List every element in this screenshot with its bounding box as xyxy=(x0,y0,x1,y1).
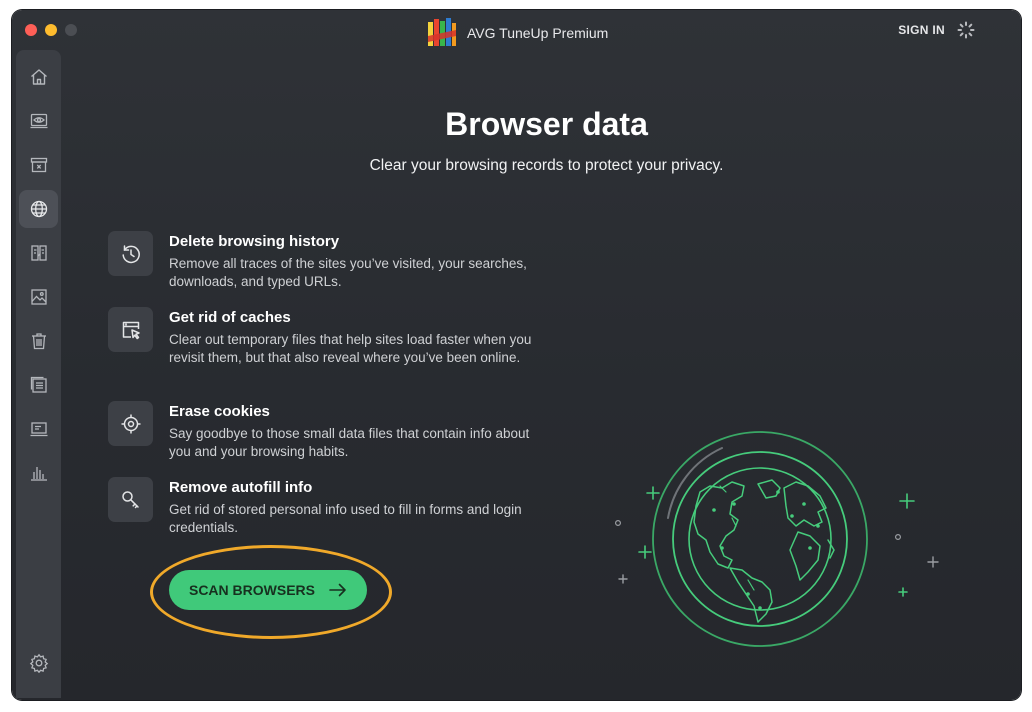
scan-browsers-label: SCAN BROWSERS xyxy=(188,582,315,598)
zoom-window-button[interactable] xyxy=(65,24,77,36)
trash-icon xyxy=(31,333,46,350)
archive-box-icon xyxy=(30,157,47,173)
feature-title: Erase cookies xyxy=(169,403,270,420)
sign-in-link[interactable]: SIGN IN xyxy=(898,23,945,37)
sidebar-item-stats[interactable] xyxy=(19,454,58,492)
feature-description: Clear out temporary files that help site… xyxy=(169,332,532,366)
settings-button[interactable] xyxy=(19,644,58,682)
sidebar-item-cleanup[interactable] xyxy=(19,146,58,184)
feature-icon-box xyxy=(108,401,153,446)
sidebar-item-uninstaller[interactable] xyxy=(19,322,58,360)
feature-description: Say goodbye to those small data files th… xyxy=(169,426,530,460)
page-title: Browser data xyxy=(445,106,648,142)
globe-icon xyxy=(30,200,47,218)
laptop-icon xyxy=(30,422,47,437)
compare-files-icon xyxy=(30,245,47,261)
app-window: AVG TuneUp Premium SIGN IN Browser data … xyxy=(12,10,1021,700)
feature-title: Get rid of caches xyxy=(169,309,291,326)
history-clock-icon xyxy=(121,244,140,263)
minimize-window-button[interactable] xyxy=(45,24,57,36)
close-window-button[interactable] xyxy=(25,24,37,36)
feature-title: Delete browsing history xyxy=(169,233,340,250)
avg-logo-icon xyxy=(428,18,456,46)
file-list-icon xyxy=(30,376,47,393)
feature-description: Get rid of stored personal info used to … xyxy=(169,502,522,536)
key-icon xyxy=(121,490,139,508)
image-icon xyxy=(30,289,47,305)
sidebar-item-apps[interactable] xyxy=(19,410,58,448)
window-title-area: AVG TuneUp Premium xyxy=(426,18,608,48)
feature-description: Remove all traces of the sites you’ve vi… xyxy=(169,256,527,290)
feature-icon-box xyxy=(108,231,153,276)
sidebar-item-browser-data[interactable] xyxy=(19,190,58,228)
gear-icon xyxy=(29,653,48,673)
arrow-right-icon xyxy=(329,583,346,597)
sidebar-item-performance[interactable] xyxy=(19,102,58,140)
page-subtitle: Clear your browsing records to protect y… xyxy=(369,157,724,174)
sidebar-item-home[interactable] xyxy=(19,58,58,96)
cookie-target-icon xyxy=(121,414,140,433)
home-icon xyxy=(30,69,47,85)
feature-icon-box xyxy=(108,477,153,522)
cache-window-icon xyxy=(122,321,140,339)
sidebar-item-files[interactable] xyxy=(19,366,58,404)
sidebar-item-photos[interactable] xyxy=(19,278,58,316)
window-title: AVG TuneUp Premium xyxy=(467,25,609,41)
eye-drive-icon xyxy=(30,113,47,129)
sidebar-item-duplicates[interactable] xyxy=(19,234,58,272)
feature-title: Remove autofill info xyxy=(169,479,313,496)
bar-chart-icon xyxy=(30,467,47,481)
sidebar xyxy=(16,50,61,698)
globe-illustration xyxy=(614,431,939,647)
sync-status-icon[interactable] xyxy=(957,21,975,39)
feature-icon-box xyxy=(108,307,153,352)
scan-browsers-button[interactable]: SCAN BROWSERS xyxy=(169,570,367,610)
